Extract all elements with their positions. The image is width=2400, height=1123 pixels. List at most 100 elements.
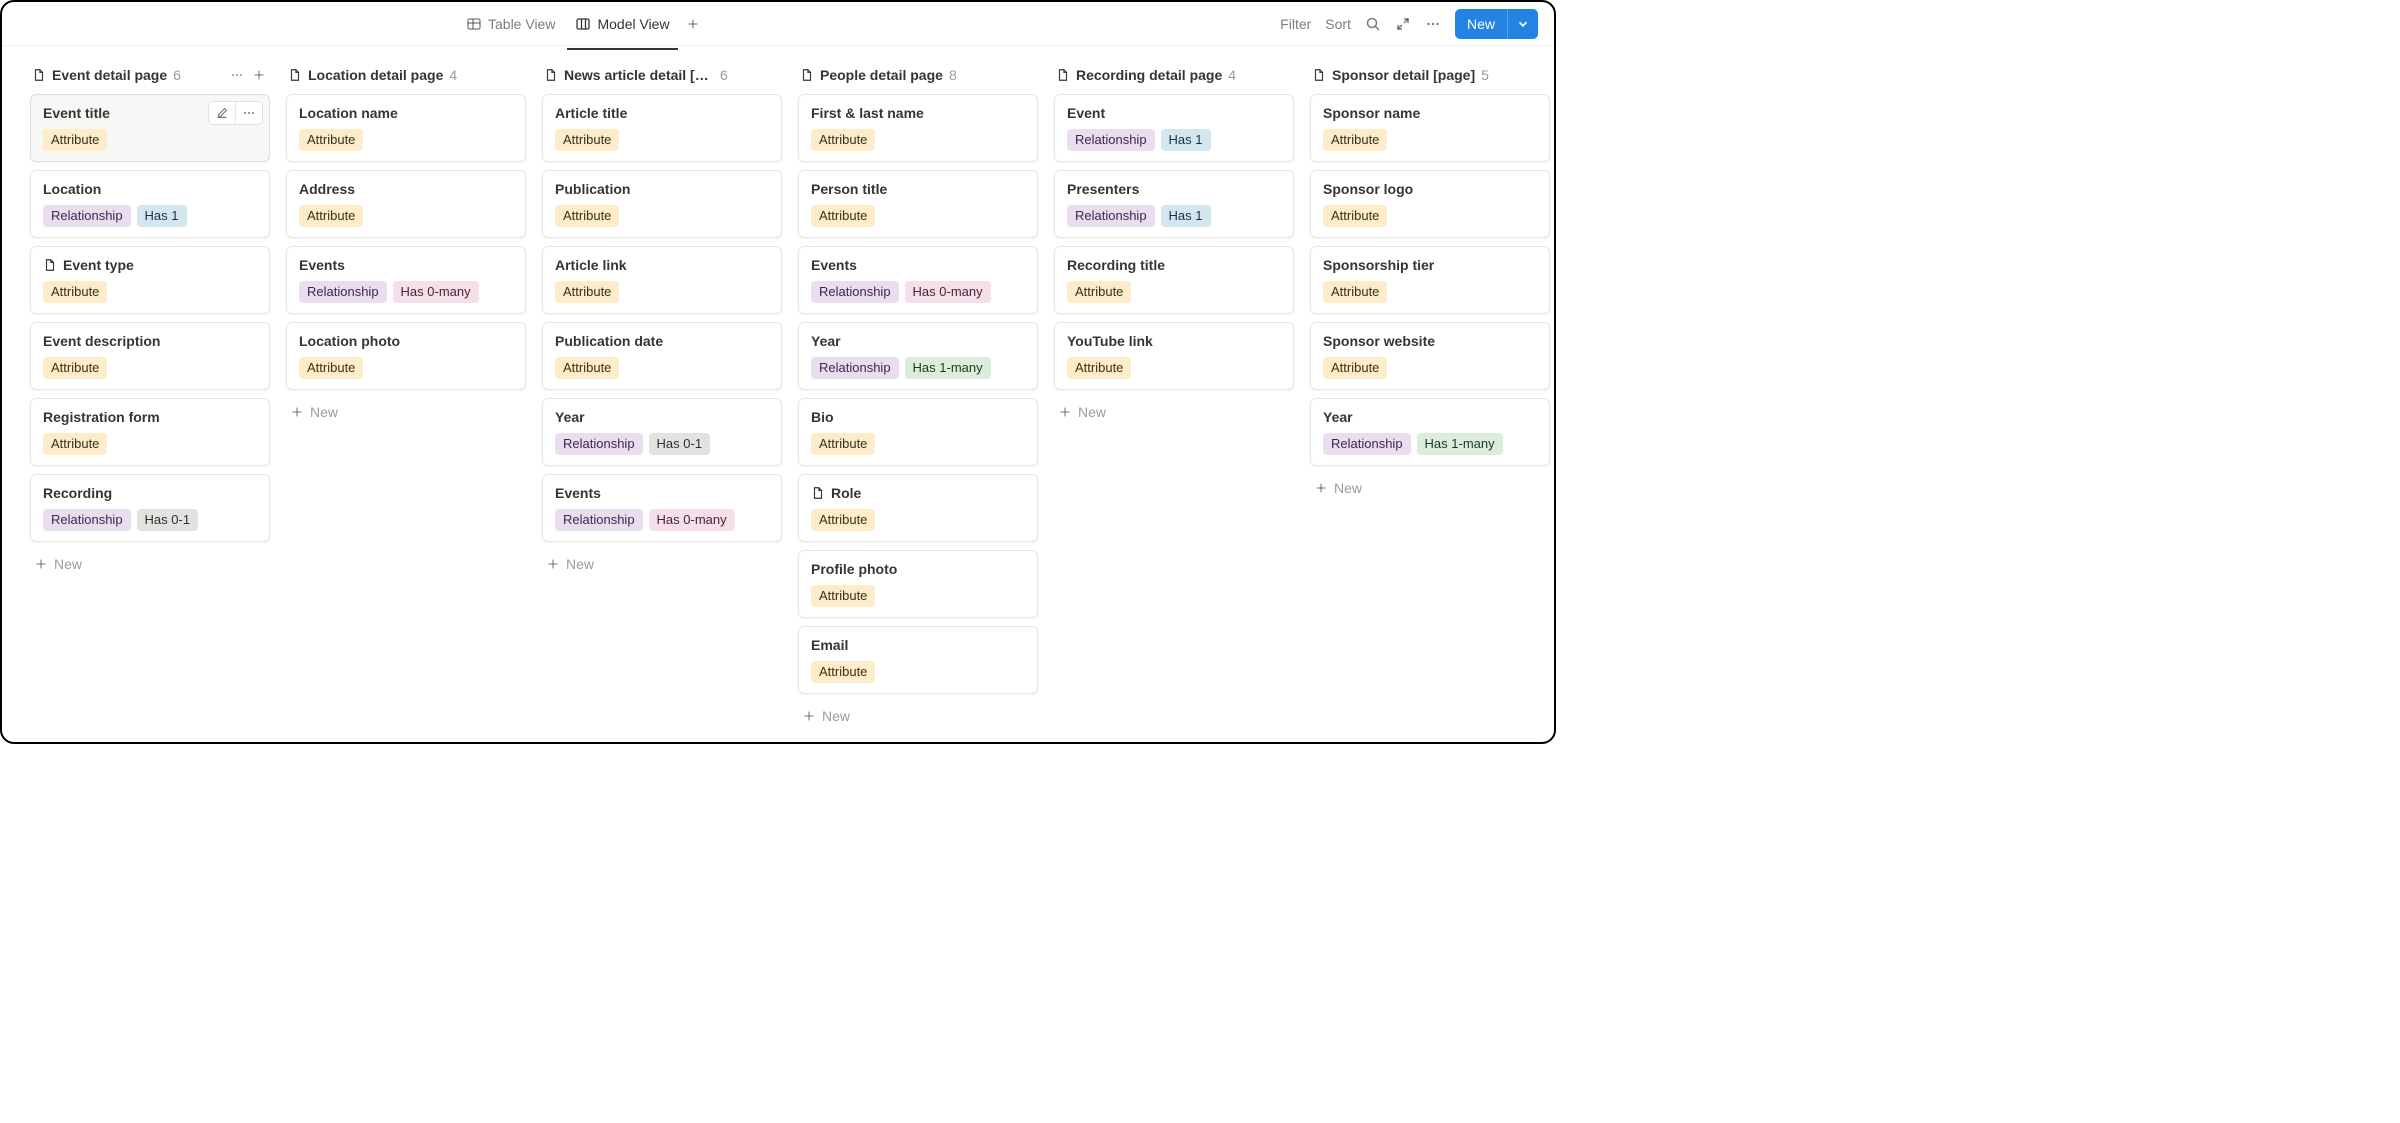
card-title: Presenters (1067, 181, 1281, 197)
card[interactable]: RoleAttribute (798, 474, 1038, 542)
card[interactable]: EventRelationshipHas 1 (1054, 94, 1294, 162)
column-header[interactable]: Event detail page6 (30, 62, 270, 94)
add-card-label: New (566, 556, 594, 572)
card-title-row: Article title (555, 105, 769, 121)
card-tags: Attribute (1323, 357, 1537, 379)
column-header[interactable]: Sponsor detail [page]5 (1310, 62, 1550, 94)
card[interactable]: Article linkAttribute (542, 246, 782, 314)
card-title-row: Registration form (43, 409, 257, 425)
column-title: Sponsor detail [page] (1332, 67, 1475, 83)
more-button[interactable] (1425, 16, 1441, 32)
tag-attribute: Attribute (299, 205, 363, 227)
column-add-button[interactable] (250, 66, 268, 84)
card[interactable]: EventsRelationshipHas 0-many (286, 246, 526, 314)
tag-has1: Has 1 (1161, 129, 1211, 151)
card-title-row: Recording (43, 485, 257, 501)
card-tags: RelationshipHas 1-many (811, 357, 1025, 379)
card[interactable]: EventsRelationshipHas 0-many (542, 474, 782, 542)
card[interactable]: Registration formAttribute (30, 398, 270, 466)
card[interactable]: BioAttribute (798, 398, 1038, 466)
card[interactable]: Profile photoAttribute (798, 550, 1038, 618)
column-title: News article detail [p… (564, 67, 714, 83)
tag-has1: Has 1 (137, 205, 187, 227)
tab-model-view[interactable]: Model View (567, 10, 677, 38)
board-column: Sponsor detail [page]5Sponsor nameAttrib… (1310, 62, 1550, 502)
card[interactable]: Sponsor nameAttribute (1310, 94, 1550, 162)
plus-icon (290, 405, 304, 419)
add-view-button[interactable] (682, 13, 704, 35)
card[interactable]: Event titleAttribute (30, 94, 270, 162)
card[interactable]: YearRelationshipHas 1-many (1310, 398, 1550, 466)
card[interactable]: LocationRelationshipHas 1 (30, 170, 270, 238)
card[interactable]: Event typeAttribute (30, 246, 270, 314)
card[interactable]: Recording titleAttribute (1054, 246, 1294, 314)
column-header[interactable]: Recording detail page4 (1054, 62, 1294, 94)
add-card-button[interactable]: New (1054, 398, 1294, 426)
tag-relationship: Relationship (43, 509, 131, 531)
card[interactable]: First & last nameAttribute (798, 94, 1038, 162)
add-card-button[interactable]: New (1310, 474, 1550, 502)
card-title-row: Publication date (555, 333, 769, 349)
card[interactable]: YouTube linkAttribute (1054, 322, 1294, 390)
card-tags: Attribute (811, 205, 1025, 227)
plus-icon (1058, 405, 1072, 419)
card[interactable]: Article titleAttribute (542, 94, 782, 162)
card[interactable]: Event descriptionAttribute (30, 322, 270, 390)
add-card-label: New (54, 556, 82, 572)
card[interactable]: Year RelationshipHas 1-many (798, 322, 1038, 390)
card[interactable]: YearRelationshipHas 0-1 (542, 398, 782, 466)
card[interactable]: Location photoAttribute (286, 322, 526, 390)
card[interactable]: Publication dateAttribute (542, 322, 782, 390)
column-title: Location detail page (308, 67, 443, 83)
card-edit-button[interactable] (209, 102, 236, 124)
board-icon (575, 16, 591, 32)
tag-has01: Has 0-1 (649, 433, 711, 455)
card-title: Role (831, 485, 1025, 501)
column-more-button[interactable] (228, 66, 246, 84)
add-card-button[interactable]: New (542, 550, 782, 578)
card[interactable]: Location nameAttribute (286, 94, 526, 162)
tag-attribute: Attribute (1323, 129, 1387, 151)
card-title: Recording title (1067, 257, 1281, 273)
column-title: Event detail page (52, 67, 167, 83)
card[interactable]: Sponsorship tierAttribute (1310, 246, 1550, 314)
plus-icon (686, 17, 700, 31)
card-tags: Attribute (299, 205, 513, 227)
tab-table-view[interactable]: Table View (458, 10, 563, 38)
new-button[interactable]: New (1455, 9, 1538, 39)
filter-button[interactable]: Filter (1280, 16, 1311, 32)
card[interactable]: EmailAttribute (798, 626, 1038, 694)
card-tags: Attribute (811, 661, 1025, 683)
tag-attribute: Attribute (1323, 205, 1387, 227)
expand-button[interactable] (1395, 16, 1411, 32)
card[interactable]: RecordingRelationshipHas 0-1 (30, 474, 270, 542)
card[interactable]: Person titleAttribute (798, 170, 1038, 238)
card[interactable]: AddressAttribute (286, 170, 526, 238)
new-button-caret[interactable] (1507, 9, 1538, 39)
add-card-button[interactable]: New (798, 702, 1038, 730)
search-button[interactable] (1365, 16, 1381, 32)
card-title-row: Sponsor logo (1323, 181, 1537, 197)
column-header[interactable]: News article detail [p…6 (542, 62, 782, 94)
tag-attribute: Attribute (555, 205, 619, 227)
card[interactable]: PresentersRelationshipHas 1 (1054, 170, 1294, 238)
sort-button[interactable]: Sort (1325, 16, 1351, 32)
add-card-label: New (1334, 480, 1362, 496)
page-icon (800, 68, 814, 82)
column-header[interactable]: Location detail page4 (286, 62, 526, 94)
tag-attribute: Attribute (1067, 357, 1131, 379)
card-more-button[interactable] (236, 102, 262, 124)
tag-has0many: Has 0-many (649, 509, 735, 531)
card[interactable]: EventsRelationshipHas 0-many (798, 246, 1038, 314)
add-card-button[interactable]: New (286, 398, 526, 426)
card[interactable]: Sponsor websiteAttribute (1310, 322, 1550, 390)
tag-relationship: Relationship (555, 509, 643, 531)
column-header[interactable]: People detail page8 (798, 62, 1038, 94)
add-card-button[interactable]: New (30, 550, 270, 578)
card[interactable]: PublicationAttribute (542, 170, 782, 238)
card-tags: Attribute (1323, 281, 1537, 303)
card-title-row: Year (811, 333, 1025, 349)
tag-attribute: Attribute (299, 129, 363, 151)
tag-has1many: Has 1-many (1417, 433, 1503, 455)
card[interactable]: Sponsor logo Attribute (1310, 170, 1550, 238)
